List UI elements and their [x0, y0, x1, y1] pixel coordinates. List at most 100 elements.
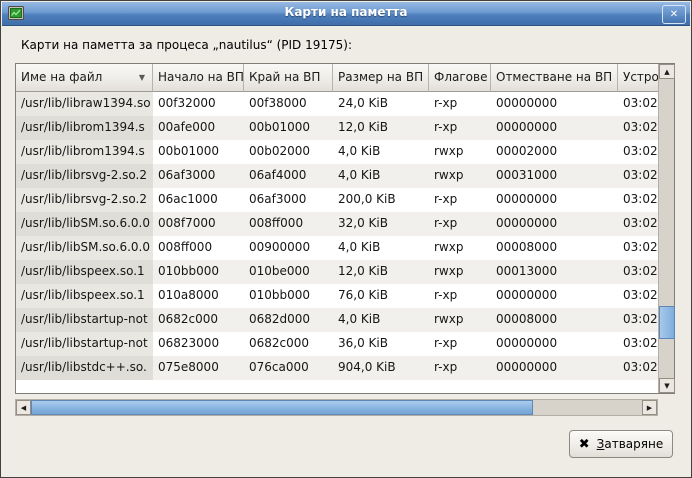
- arrow-right-icon: ▶: [647, 404, 652, 412]
- table-cell: 32,0 KiB: [333, 212, 429, 236]
- horizontal-scrollbar-thumb[interactable]: [31, 400, 533, 415]
- scroll-left-button[interactable]: ◀: [16, 400, 31, 415]
- table-cell: 03:02: [618, 284, 658, 308]
- table-cell: 00afe000: [153, 116, 244, 140]
- table-cell: rwxp: [429, 236, 491, 260]
- table-cell: 010a8000: [153, 284, 244, 308]
- table-cell: 00b01000: [244, 116, 333, 140]
- table-cell: 36,0 KiB: [333, 332, 429, 356]
- horizontal-scrollbar[interactable]: ◀ ▶: [15, 399, 658, 416]
- table-cell: 00b02000: [244, 140, 333, 164]
- close-x-icon: ✖: [579, 438, 590, 451]
- vertical-scrollbar-thumb[interactable]: [659, 306, 675, 339]
- table-cell: 06af4000: [244, 164, 333, 188]
- table-cell: 010bb000: [244, 284, 333, 308]
- table-cell: 06ac1000: [153, 188, 244, 212]
- window-title: Карти на паметта: [2, 5, 690, 19]
- table-cell: 03:02: [618, 260, 658, 284]
- table-cell: r-xp: [429, 212, 491, 236]
- table-cell: 00008000: [491, 236, 618, 260]
- table-cell: 00f38000: [244, 92, 333, 116]
- memory-maps-table: Име на файл ▼ Начало на ВП Край на ВП Ра…: [15, 63, 675, 394]
- table-cell: /usr/lib/libspeex.so.1: [16, 260, 153, 284]
- table-row[interactable]: /usr/lib/librsvg-2.so.206af300006af40004…: [16, 164, 658, 188]
- table-cell: 03:02: [618, 332, 658, 356]
- table-cell: 03:02: [618, 116, 658, 140]
- close-button-label: Затваряне: [597, 437, 664, 451]
- titlebar[interactable]: Карти на паметта ✕: [2, 2, 690, 26]
- table-cell: 06823000: [153, 332, 244, 356]
- close-dialog-button[interactable]: ✖ Затваряне: [569, 430, 673, 458]
- column-header-filename[interactable]: Име на файл ▼: [16, 64, 153, 92]
- table-cell: 008ff000: [244, 212, 333, 236]
- table-cell: 4,0 KiB: [333, 164, 429, 188]
- column-header-vm-start[interactable]: Начало на ВП: [153, 64, 244, 92]
- table-cell: 00002000: [491, 140, 618, 164]
- table-body: /usr/lib/libraw1394.so00f3200000f3800024…: [16, 92, 658, 393]
- table-cell: /usr/lib/libspeex.so.1: [16, 284, 153, 308]
- close-icon: ✕: [670, 9, 678, 20]
- table-cell: 075e8000: [153, 356, 244, 380]
- column-header-flags[interactable]: Флагове: [429, 64, 491, 92]
- table-cell: /usr/lib/libstartup-not: [16, 308, 153, 332]
- table-cell: r-xp: [429, 284, 491, 308]
- table-row[interactable]: /usr/lib/libspeex.so.1010bb000010be00012…: [16, 260, 658, 284]
- table-cell: 0682c000: [244, 332, 333, 356]
- arrow-up-icon: ▲: [664, 68, 669, 76]
- table-cell: 008f7000: [153, 212, 244, 236]
- table-cell: 03:02: [618, 308, 658, 332]
- table-cell: 904,0 KiB: [333, 356, 429, 380]
- table-cell: r-xp: [429, 356, 491, 380]
- vertical-scrollbar[interactable]: ▲ ▼: [658, 64, 674, 393]
- table-cell: r-xp: [429, 332, 491, 356]
- table-cell: 03:02: [618, 356, 658, 380]
- table-row[interactable]: /usr/lib/libSM.so.6.0.0008ff000009000004…: [16, 236, 658, 260]
- table-cell: 03:02: [618, 140, 658, 164]
- table-row[interactable]: /usr/lib/libraw1394.so00f3200000f3800024…: [16, 92, 658, 116]
- table-cell: 00000000: [491, 332, 618, 356]
- table-cell: 06af3000: [153, 164, 244, 188]
- table-cell: 00000000: [491, 188, 618, 212]
- table-row[interactable]: /usr/lib/libstartup-not0682c0000682d0004…: [16, 308, 658, 332]
- window-close-button[interactable]: ✕: [662, 5, 686, 24]
- table-row[interactable]: /usr/lib/librom1394.s00b0100000b020004,0…: [16, 140, 658, 164]
- column-header-vm-size[interactable]: Размер на ВП: [333, 64, 429, 92]
- table-cell: 00f32000: [153, 92, 244, 116]
- column-header-vm-end[interactable]: Край на ВП: [244, 64, 333, 92]
- table-cell: 12,0 KiB: [333, 260, 429, 284]
- scroll-up-button[interactable]: ▲: [659, 64, 675, 79]
- scroll-right-button[interactable]: ▶: [642, 400, 657, 415]
- table-cell: 010be000: [244, 260, 333, 284]
- table-row[interactable]: /usr/lib/libstdc++.so.075e8000076ca00090…: [16, 356, 658, 380]
- table-cell: 03:02: [618, 212, 658, 236]
- table-cell: 24,0 KiB: [333, 92, 429, 116]
- table-cell: r-xp: [429, 92, 491, 116]
- table-cell: 00013000: [491, 260, 618, 284]
- table-row[interactable]: /usr/lib/librsvg-2.so.206ac100006af30002…: [16, 188, 658, 212]
- column-header-device[interactable]: Устро: [618, 64, 658, 92]
- table-row[interactable]: /usr/lib/librom1394.s00afe00000b0100012,…: [16, 116, 658, 140]
- table-cell: 4,0 KiB: [333, 236, 429, 260]
- table-cell: 00000000: [491, 92, 618, 116]
- table-row[interactable]: /usr/lib/libSM.so.6.0.0008f7000008ff0003…: [16, 212, 658, 236]
- table-cell: 12,0 KiB: [333, 116, 429, 140]
- table-cell: 00900000: [244, 236, 333, 260]
- sort-descending-icon: ▼: [139, 74, 145, 82]
- table-cell: 0682c000: [153, 308, 244, 332]
- table-cell: 00008000: [491, 308, 618, 332]
- table-row[interactable]: /usr/lib/libstartup-not068230000682c0003…: [16, 332, 658, 356]
- table-cell: 0682d000: [244, 308, 333, 332]
- table-cell: 76,0 KiB: [333, 284, 429, 308]
- table-cell: rwxp: [429, 140, 491, 164]
- table-cell: 200,0 KiB: [333, 188, 429, 212]
- table-cell: 00000000: [491, 212, 618, 236]
- column-header-vm-offset[interactable]: Отместване на ВП: [491, 64, 618, 92]
- table-cell: 076ca000: [244, 356, 333, 380]
- arrow-left-icon: ◀: [21, 404, 26, 412]
- table-cell: r-xp: [429, 116, 491, 140]
- table-cell: 00031000: [491, 164, 618, 188]
- table-cell: 03:02: [618, 188, 658, 212]
- scroll-down-button[interactable]: ▼: [659, 378, 675, 393]
- table-row[interactable]: /usr/lib/libspeex.so.1010a8000010bb00076…: [16, 284, 658, 308]
- table-cell: 4,0 KiB: [333, 308, 429, 332]
